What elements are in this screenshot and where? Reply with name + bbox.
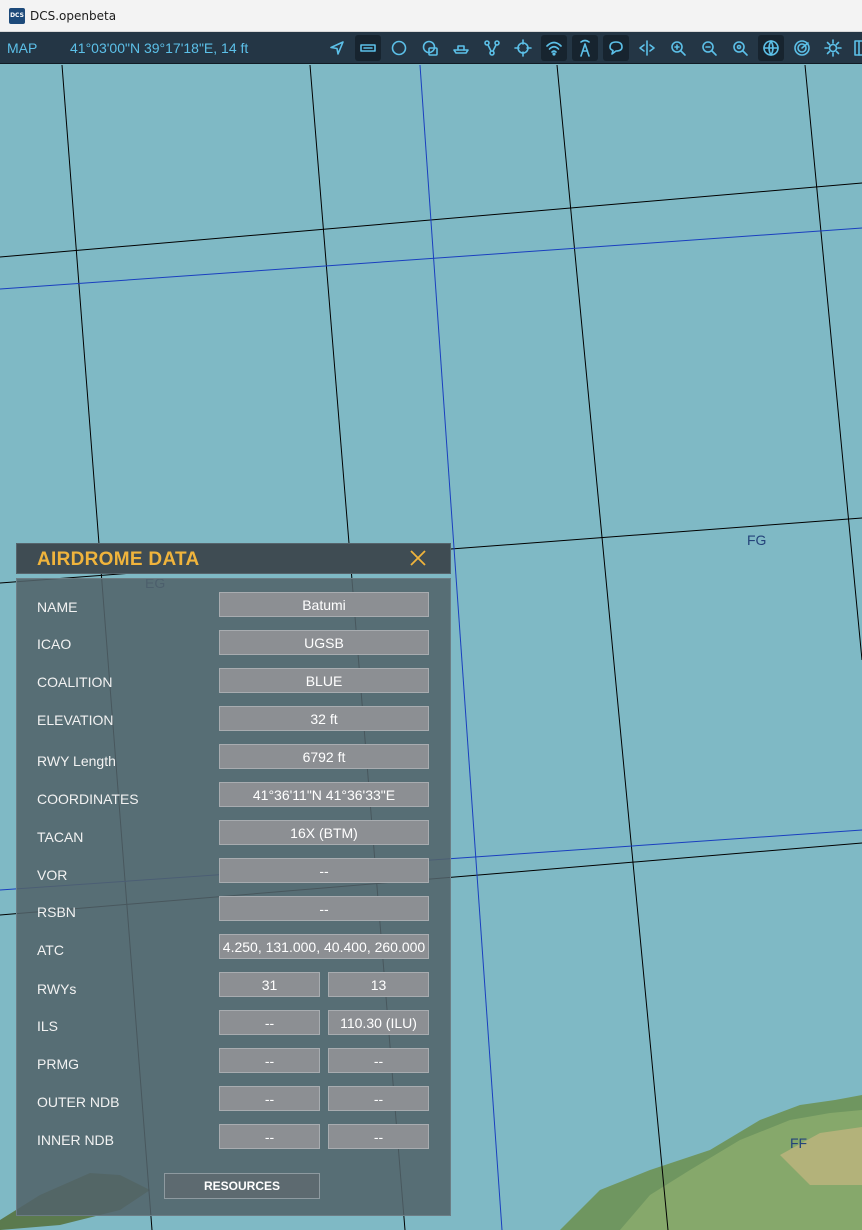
panel-icon[interactable] xyxy=(848,35,862,61)
atc-field: 4.250, 131.000, 40.400, 260.000 xyxy=(219,934,429,959)
rwy-length-label: RWY Length xyxy=(37,753,116,769)
ruler-icon[interactable] xyxy=(355,35,381,61)
close-icon[interactable] xyxy=(408,548,428,568)
crosshair-icon[interactable] xyxy=(510,35,536,61)
tacan-field: 16X (BTM) xyxy=(219,820,429,845)
layers-icon[interactable] xyxy=(417,35,443,61)
vor-label: VOR xyxy=(37,867,68,883)
ils-label: ILS xyxy=(37,1018,59,1034)
atc-label: ATC xyxy=(37,942,64,958)
circle-icon[interactable] xyxy=(386,35,412,61)
zoom-in-icon[interactable] xyxy=(665,35,691,61)
route-icon[interactable] xyxy=(479,35,505,61)
ils-b-field: 110.30 (ILU) xyxy=(328,1010,429,1035)
rwy-a-field: 31 xyxy=(219,972,320,997)
vor-field: -- xyxy=(219,858,429,883)
window-titlebar: DCS DCS.openbeta xyxy=(0,0,862,32)
inner-ndb-a-field: -- xyxy=(219,1124,320,1149)
radio-tower-icon[interactable] xyxy=(572,35,598,61)
zoom-out-icon[interactable] xyxy=(696,35,722,61)
coalition-label: COALITION xyxy=(37,674,113,690)
name-label: NAME xyxy=(37,599,78,615)
inner-ndb-label: INNER NDB xyxy=(37,1132,115,1148)
grid-label-fg: FG xyxy=(747,532,767,548)
airdrome-data-panel: NAME Batumi ICAO UGSB COALITION BLUE ELE… xyxy=(16,578,451,1216)
airdrome-panel-header[interactable]: AIRDROME DATA xyxy=(16,543,451,574)
elevation-label: ELEVATION xyxy=(37,712,114,728)
prmg-b-field: -- xyxy=(328,1048,429,1073)
sun-icon[interactable] xyxy=(820,35,846,61)
coordinates-label: COORDINATES xyxy=(37,791,139,807)
zoom-reset-icon[interactable] xyxy=(727,35,753,61)
prmg-label: PRMG xyxy=(37,1056,79,1072)
navigate-icon[interactable] xyxy=(324,35,350,61)
globe-icon[interactable] xyxy=(758,35,784,61)
rsbn-field: -- xyxy=(219,896,429,921)
app-logo-icon: DCS xyxy=(9,7,25,24)
prmg-a-field: -- xyxy=(219,1048,320,1073)
wifi-icon[interactable] xyxy=(541,35,567,61)
icao-field: UGSB xyxy=(219,630,429,655)
name-field: Batumi xyxy=(219,592,429,617)
resources-button[interactable]: RESOURCES xyxy=(164,1173,320,1199)
coordinates-field: 41°36'11"N 41°36'33"E xyxy=(219,782,429,807)
map-toolbar: MAP 41°03'00"N 39°17'18"E, 14 ft xyxy=(0,32,862,64)
rwys-label: RWYs xyxy=(37,981,77,997)
panel-title: AIRDROME DATA xyxy=(37,549,200,570)
elevation-field: 32 ft xyxy=(219,706,429,731)
outer-ndb-b-field: -- xyxy=(328,1086,429,1111)
rwy-b-field: 13 xyxy=(328,972,429,997)
outer-ndb-label: OUTER NDB xyxy=(37,1094,120,1110)
ils-a-field: -- xyxy=(219,1010,320,1035)
window-title: DCS.openbeta xyxy=(30,8,117,23)
rwy-length-field: 6792 ft xyxy=(219,744,429,769)
coalition-field: BLUE xyxy=(219,668,429,693)
radar-icon[interactable] xyxy=(789,35,815,61)
rsbn-label: RSBN xyxy=(37,904,76,920)
ship-icon[interactable] xyxy=(448,35,474,61)
outer-ndb-a-field: -- xyxy=(219,1086,320,1111)
icao-label: ICAO xyxy=(37,636,72,652)
tacan-label: TACAN xyxy=(37,829,84,845)
cursor-coordinates: 41°03'00"N 39°17'18"E, 14 ft xyxy=(70,40,249,56)
ruler-h-icon[interactable] xyxy=(634,35,660,61)
message-icon[interactable] xyxy=(603,35,629,61)
inner-ndb-b-field: -- xyxy=(328,1124,429,1149)
map-mode-label: MAP xyxy=(7,40,38,56)
grid-label-ff: FF xyxy=(790,1135,808,1151)
